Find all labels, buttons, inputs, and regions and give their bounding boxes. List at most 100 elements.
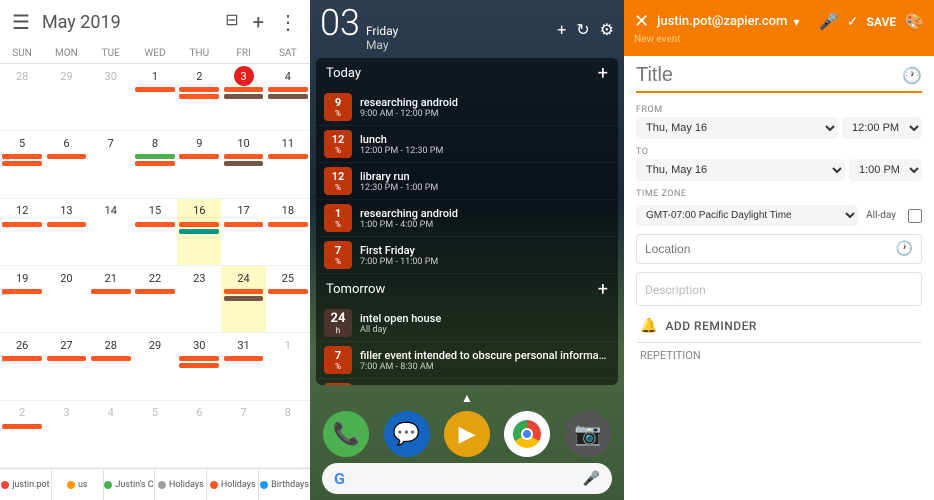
cal-day[interactable]: 13: [44, 199, 88, 265]
cal-day[interactable]: 2: [177, 64, 221, 130]
cal-day[interactable]: 7: [89, 131, 133, 197]
cal-day-highlighted[interactable]: 16: [177, 199, 221, 265]
footer-calendar-6[interactable]: Birthdays: [259, 469, 310, 500]
add-reminder-row[interactable]: 🔔 ADD REMINDER: [636, 310, 922, 343]
cal-day[interactable]: 26: [0, 333, 44, 399]
cal-week-4: 20 19 20 21 22 23 24 25: [0, 266, 310, 333]
cal-day[interactable]: 18: [266, 199, 310, 265]
cal-day[interactable]: 9: [177, 131, 221, 197]
widget-event-item[interactable]: 9% researching android 9:00 AM - 12:00 P…: [316, 89, 618, 126]
widget-event-item[interactable]: 12% library run 12:30 PM - 1:00 PM: [316, 163, 618, 200]
calendar-dow-row: SUN MON TUE WED THU FRI SAT: [0, 44, 310, 64]
event-title-input[interactable]: [636, 64, 902, 87]
description-placeholder: Description: [645, 283, 706, 297]
cal-day[interactable]: 7: [221, 401, 265, 467]
widget-event-item[interactable]: 1% researching android 1:00 PM - 4:00 PM: [316, 200, 618, 237]
cal-day[interactable]: 25: [266, 266, 310, 332]
account-chevron-icon[interactable]: ▾: [793, 15, 799, 29]
close-button[interactable]: ✕: [634, 11, 649, 32]
cal-day[interactable]: 11: [266, 131, 310, 197]
cal-day[interactable]: 30: [89, 64, 133, 130]
cal-day[interactable]: 3: [44, 401, 88, 467]
app-chrome-icon[interactable]: [504, 411, 550, 457]
cal-day-today[interactable]: 3: [221, 64, 265, 130]
footer-calendar-4[interactable]: Holidays: [155, 469, 207, 500]
app-messages-icon[interactable]: 💬: [384, 411, 430, 457]
cal-day[interactable]: 14: [89, 199, 133, 265]
cal-day[interactable]: 19: [0, 266, 44, 332]
event-pct-badge: 8%: [324, 383, 352, 385]
menu-icon[interactable]: ☰: [12, 10, 30, 34]
tomorrow-add-icon[interactable]: +: [598, 279, 608, 300]
today-add-icon[interactable]: +: [598, 63, 608, 84]
cal-day[interactable]: 31: [221, 333, 265, 399]
widget-add-icon[interactable]: +: [557, 20, 566, 39]
save-button[interactable]: SAVE: [867, 15, 897, 29]
footer-calendar-2[interactable]: us: [52, 469, 104, 500]
timezone-select[interactable]: GMT-07:00 Pacific Daylight Time: [636, 205, 858, 226]
widget-event-item[interactable]: 7% filler event intended to obscure pers…: [316, 342, 618, 379]
cal-day[interactable]: 6: [44, 131, 88, 197]
to-time-select[interactable]: 1:00 PM: [849, 159, 922, 181]
footer-calendar-5[interactable]: Holidays: [207, 469, 259, 500]
cal-day[interactable]: 23: [177, 266, 221, 332]
app-phone-icon[interactable]: 📞: [323, 411, 369, 457]
cal-day[interactable]: 5: [133, 401, 177, 467]
widget-event-item[interactable]: 7% First Friday 7:00 PM - 11:00 PM: [316, 237, 618, 274]
cal-day[interactable]: 6: [177, 401, 221, 467]
new-event-label: New event: [634, 34, 924, 45]
calendar-title: May 2019: [42, 12, 225, 33]
footer-calendar-3[interactable]: Justin's C: [104, 469, 156, 500]
cal-day[interactable]: 1: [266, 333, 310, 399]
footer-calendar-1[interactable]: justin.pot: [0, 469, 52, 500]
cal-day[interactable]: 8: [266, 401, 310, 467]
app-camera-icon[interactable]: 📷: [565, 411, 611, 457]
from-time-select[interactable]: 12:00 PM: [842, 117, 922, 139]
cal-day[interactable]: 1: [133, 64, 177, 130]
event-title: First Friday: [360, 244, 610, 257]
cal-day[interactable]: 22: [133, 266, 177, 332]
google-mic-icon[interactable]: 🎤: [583, 471, 600, 487]
add-event-icon[interactable]: +: [253, 10, 264, 34]
cal-day[interactable]: 29: [133, 333, 177, 399]
widget-event-item[interactable]: 12% lunch 12:00 PM - 12:30 PM: [316, 126, 618, 163]
cal-day[interactable]: 8: [133, 131, 177, 197]
description-row[interactable]: Description: [636, 272, 922, 306]
voice-input-icon[interactable]: 🎤: [819, 12, 839, 31]
save-check-icon[interactable]: ✓: [847, 14, 859, 30]
widget-event-item[interactable]: 24h intel open house All day: [316, 305, 618, 342]
cal-day[interactable]: 20: [44, 266, 88, 332]
phone-panel: 03 Friday May + ↻ ⚙ Today + 9% researchi…: [310, 0, 624, 500]
more-options-icon[interactable]: ⋮: [278, 10, 298, 34]
today-section-header: Today +: [316, 58, 618, 89]
event-title: intel open house: [360, 312, 610, 325]
from-date-select[interactable]: Thu, May 16: [636, 117, 838, 139]
cal-day-highlighted[interactable]: 24: [221, 266, 265, 332]
widget-refresh-icon[interactable]: ↻: [576, 20, 589, 39]
sort-icon[interactable]: ⊟: [225, 10, 238, 34]
phone-date-weekday: Friday: [366, 24, 398, 38]
widget-event-item[interactable]: 8% more 8:45 AM - 9:15 AM: [316, 379, 618, 385]
cal-day[interactable]: 27: [44, 333, 88, 399]
event-time: All day: [360, 325, 610, 335]
location-input[interactable]: [645, 242, 896, 256]
cal-day[interactable]: 5: [0, 131, 44, 197]
app-plex-icon[interactable]: ▶: [444, 411, 490, 457]
widget-settings-icon[interactable]: ⚙: [600, 20, 614, 39]
color-palette-icon[interactable]: 🎨: [904, 12, 924, 31]
cal-day[interactable]: 17: [221, 199, 265, 265]
google-search-bar[interactable]: G 🎤: [322, 463, 612, 494]
allday-checkbox[interactable]: [908, 209, 922, 223]
cal-day[interactable]: 2: [0, 401, 44, 467]
cal-day[interactable]: 30: [177, 333, 221, 399]
to-date-select[interactable]: Thu, May 16: [636, 159, 845, 181]
cal-day[interactable]: 4: [266, 64, 310, 130]
cal-day[interactable]: 10: [221, 131, 265, 197]
cal-day[interactable]: 12: [0, 199, 44, 265]
cal-day[interactable]: 28: [0, 64, 44, 130]
cal-day[interactable]: 28: [89, 333, 133, 399]
cal-day[interactable]: 15: [133, 199, 177, 265]
cal-day[interactable]: 21: [89, 266, 133, 332]
cal-day[interactable]: 29: [44, 64, 88, 130]
cal-day[interactable]: 4: [89, 401, 133, 467]
